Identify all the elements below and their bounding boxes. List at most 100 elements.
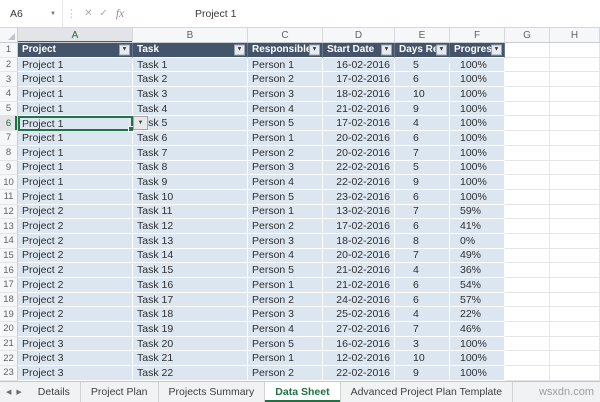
- cell-G20[interactable]: [505, 322, 550, 337]
- name-box-caret-icon[interactable]: ▼: [50, 11, 56, 17]
- cell-H11[interactable]: [550, 189, 600, 205]
- filter-button-icon[interactable]: ▼: [309, 44, 320, 56]
- cell-H22[interactable]: [550, 351, 600, 367]
- header-cell-B[interactable]: Task ▼: [133, 43, 248, 58]
- cell-G2[interactable]: [505, 57, 550, 73]
- cell-A8[interactable]: Project 1: [18, 145, 133, 161]
- sheet-tab-project-plan[interactable]: Project Plan: [81, 382, 159, 402]
- cell-F13[interactable]: 41%: [450, 219, 505, 234]
- cell-D5[interactable]: 21-02-2016: [323, 101, 395, 117]
- cell-G17[interactable]: [505, 278, 550, 293]
- cell-C8[interactable]: Person 2: [248, 145, 323, 161]
- cell-F21[interactable]: 100%: [450, 336, 505, 352]
- cell-E9[interactable]: 5: [395, 160, 450, 176]
- row-number[interactable]: 23: [0, 366, 18, 381]
- filter-button-icon[interactable]: ▼: [491, 44, 502, 56]
- cell-H2[interactable]: [550, 57, 600, 73]
- cell-B22[interactable]: Task 21: [133, 351, 248, 367]
- cell-H23[interactable]: [550, 366, 600, 381]
- cell-G21[interactable]: [505, 336, 550, 352]
- cell-C6[interactable]: Person 5: [248, 116, 323, 132]
- cell-H6[interactable]: [550, 116, 600, 132]
- cell-B15[interactable]: Task 14: [133, 248, 248, 264]
- cell-C15[interactable]: Person 4: [248, 248, 323, 264]
- row-number[interactable]: 18: [0, 292, 18, 308]
- sheet-tab-details[interactable]: Details: [28, 382, 81, 402]
- cell-B20[interactable]: Task 19: [133, 322, 248, 337]
- cell-E12[interactable]: 7: [395, 204, 450, 220]
- cell-F3[interactable]: 100%: [450, 72, 505, 88]
- cell-D19[interactable]: 25-02-2016: [323, 307, 395, 323]
- cell-dropdown-icon[interactable]: ▼: [133, 116, 148, 131]
- cell-A10[interactable]: Project 1: [18, 175, 133, 190]
- filter-button-icon[interactable]: ▼: [119, 44, 130, 56]
- row-number[interactable]: 21: [0, 336, 18, 352]
- cell-B23[interactable]: Task 22: [133, 366, 248, 381]
- cell-C5[interactable]: Person 4: [248, 101, 323, 117]
- cell-E5[interactable]: 9: [395, 101, 450, 117]
- cell-E13[interactable]: 6: [395, 219, 450, 234]
- cell-E14[interactable]: 8: [395, 233, 450, 249]
- cell-B19[interactable]: Task 18: [133, 307, 248, 323]
- cell-G14[interactable]: [505, 233, 550, 249]
- cell-E22[interactable]: 10: [395, 351, 450, 367]
- column-header-C[interactable]: C: [248, 28, 323, 42]
- cell-D7[interactable]: 20-02-2016: [323, 131, 395, 146]
- cell-C11[interactable]: Person 5: [248, 189, 323, 205]
- row-number[interactable]: 10: [0, 175, 18, 190]
- cell-E19[interactable]: 4: [395, 307, 450, 323]
- cell-C17[interactable]: Person 1: [248, 278, 323, 293]
- row-number[interactable]: 7: [0, 131, 18, 146]
- cell-B9[interactable]: Task 8: [133, 160, 248, 176]
- cell-D13[interactable]: 17-02-2016: [323, 219, 395, 234]
- cell-G9[interactable]: [505, 160, 550, 176]
- cell-F22[interactable]: 100%: [450, 351, 505, 367]
- cell-A9[interactable]: Project 1: [18, 160, 133, 176]
- cell-D8[interactable]: 20-02-2016: [323, 145, 395, 161]
- column-header-G[interactable]: G: [505, 28, 550, 42]
- cell-D18[interactable]: 24-02-2016: [323, 292, 395, 308]
- cell-E4[interactable]: 10: [395, 87, 450, 102]
- cell-D20[interactable]: 27-02-2016: [323, 322, 395, 337]
- row-number[interactable]: 3: [0, 72, 18, 88]
- cell-F7[interactable]: 100%: [450, 131, 505, 146]
- cell-E6[interactable]: 4: [395, 116, 450, 132]
- cell-F20[interactable]: 46%: [450, 322, 505, 337]
- cell-H19[interactable]: [550, 307, 600, 323]
- row-number[interactable]: 14: [0, 233, 18, 249]
- cell-A2[interactable]: Project 1: [18, 57, 133, 73]
- cell-C13[interactable]: Person 2: [248, 219, 323, 234]
- cell-G23[interactable]: [505, 366, 550, 381]
- header-cell-E[interactable]: Days Req. ▼: [395, 43, 450, 58]
- filter-button-icon[interactable]: ▼: [436, 44, 447, 56]
- cell-C2[interactable]: Person 1: [248, 57, 323, 73]
- cell-C4[interactable]: Person 3: [248, 87, 323, 102]
- cancel-icon[interactable]: ✕: [81, 8, 96, 19]
- cell-C14[interactable]: Person 3: [248, 233, 323, 249]
- sheet-nav-right-icon[interactable]: ▶: [16, 388, 21, 396]
- name-box[interactable]: A6 ▼: [0, 0, 62, 27]
- cell-F16[interactable]: 36%: [450, 263, 505, 278]
- cell-G13[interactable]: [505, 219, 550, 234]
- row-number[interactable]: 6: [0, 116, 18, 132]
- cell-D16[interactable]: 21-02-2016: [323, 263, 395, 278]
- cell-H15[interactable]: [550, 248, 600, 264]
- cell-A21[interactable]: Project 3: [18, 336, 133, 352]
- cell-B14[interactable]: Task 13: [133, 233, 248, 249]
- cell-G15[interactable]: [505, 248, 550, 264]
- cell-A5[interactable]: Project 1: [18, 101, 133, 117]
- cell-H14[interactable]: [550, 233, 600, 249]
- cell-B11[interactable]: Task 10: [133, 189, 248, 205]
- cell-E11[interactable]: 6: [395, 189, 450, 205]
- cell-D4[interactable]: 18-02-2016: [323, 87, 395, 102]
- cell-H13[interactable]: [550, 219, 600, 234]
- row-number[interactable]: 19: [0, 307, 18, 323]
- cell-C3[interactable]: Person 2: [248, 72, 323, 88]
- cell-A16[interactable]: Project 2: [18, 263, 133, 278]
- filter-button-icon[interactable]: ▼: [234, 44, 245, 56]
- cell-C7[interactable]: Person 1: [248, 131, 323, 146]
- cell-C16[interactable]: Person 5: [248, 263, 323, 278]
- cell-E2[interactable]: 5: [395, 57, 450, 73]
- column-header-A[interactable]: A: [18, 28, 133, 42]
- cell-H9[interactable]: [550, 160, 600, 176]
